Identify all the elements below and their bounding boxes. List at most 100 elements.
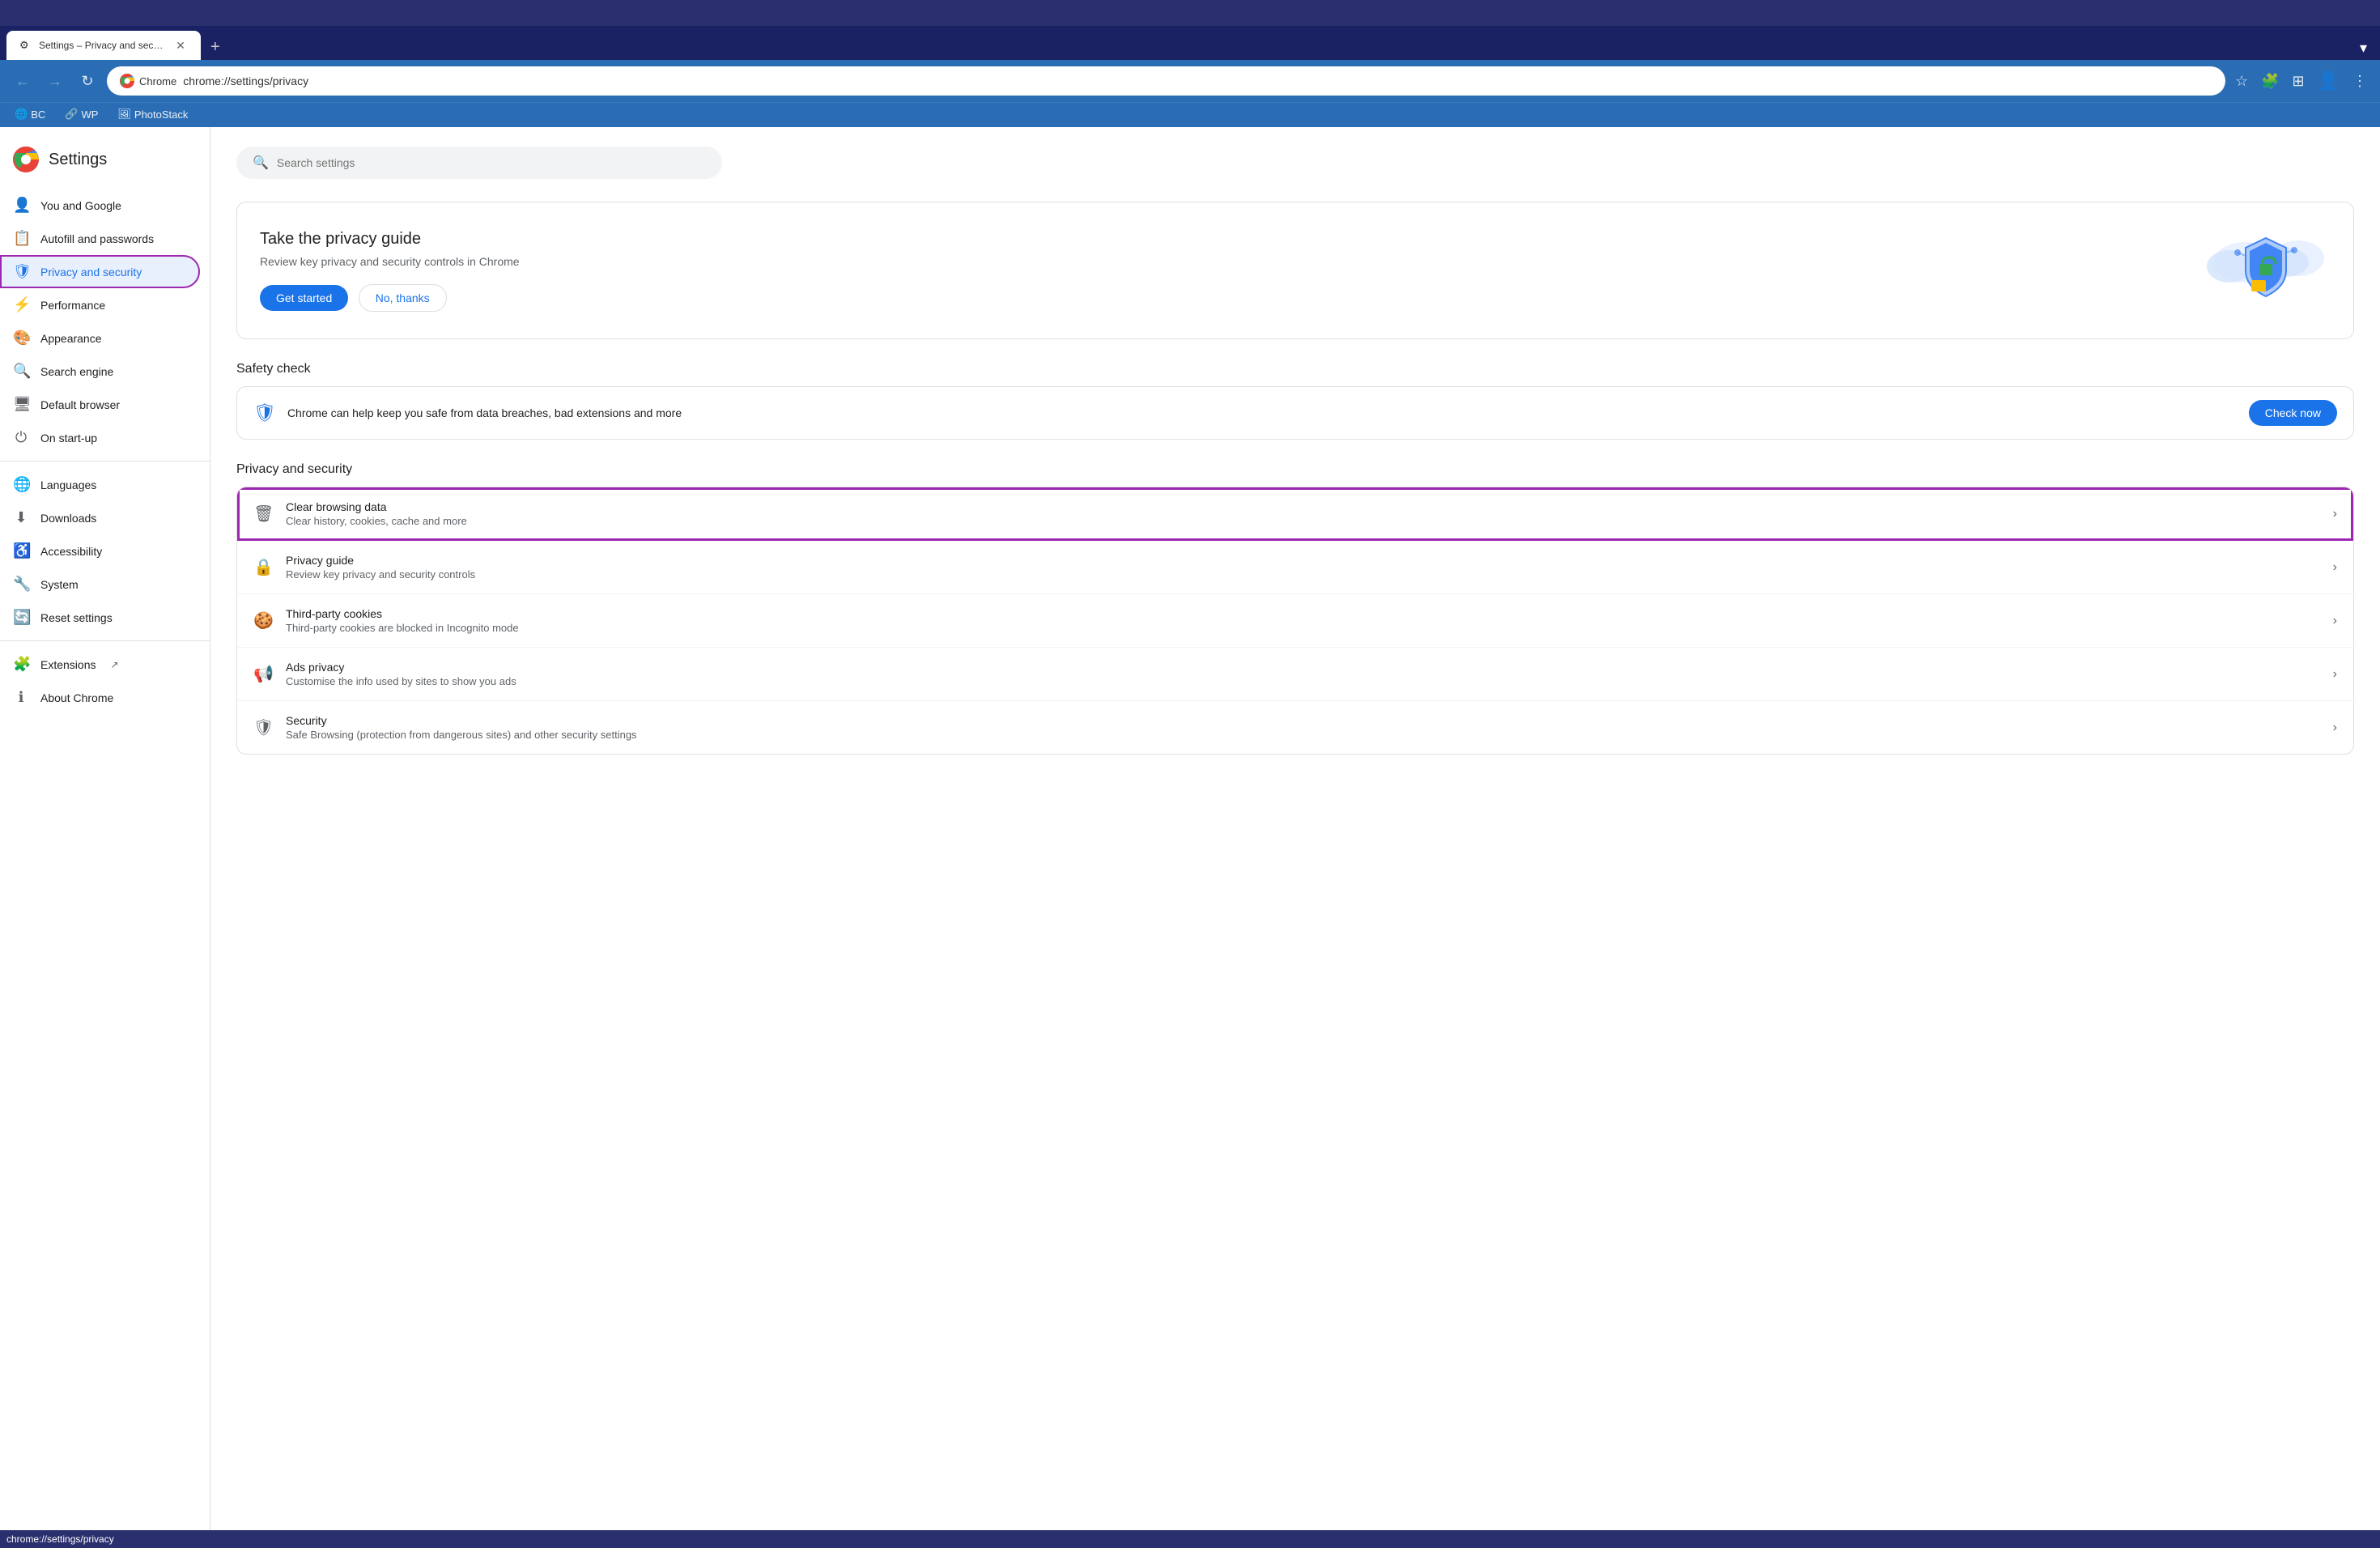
languages-icon: 🌐 xyxy=(13,476,29,493)
safety-check-left: 🛡 Chrome can help keep you safe from dat… xyxy=(253,402,682,423)
sidebar-label-accessibility: Accessibility xyxy=(40,545,102,558)
extensions-icon: 🧩 xyxy=(13,656,29,673)
sidebar-divider-2 xyxy=(0,640,210,641)
sidebar-label-search-engine: Search engine xyxy=(40,365,113,378)
privacy-guide-illustration xyxy=(2201,222,2331,319)
privacy-illustration-svg xyxy=(2201,222,2331,319)
safety-shield-icon: 🛡 xyxy=(253,402,276,423)
sidebar-item-appearance[interactable]: 🎨 Appearance xyxy=(0,321,200,355)
sidebar-label-reset: Reset settings xyxy=(40,611,113,624)
system-icon: 🔧 xyxy=(13,576,29,593)
default-browser-icon: 🖥 xyxy=(13,396,29,413)
about-chrome-icon: ℹ xyxy=(13,689,29,706)
bookmark-photostack-label: PhotoStack xyxy=(134,108,189,121)
new-tab-button[interactable]: + xyxy=(204,35,227,60)
bookmark-bc-label: BC xyxy=(31,108,45,121)
sidebar-item-on-startup[interactable]: ⏻ On start-up xyxy=(0,421,200,454)
bookmark-wp[interactable]: 🔗 WP xyxy=(60,106,103,122)
sidebar-label-appearance: Appearance xyxy=(40,332,102,345)
settings-item-privacy-guide[interactable]: 🔒 Privacy guide Review key privacy and s… xyxy=(237,541,2353,594)
bookmark-wp-icon: 🔗 xyxy=(65,108,78,121)
toolbar-icons: ☆ 🧩 ⊞ 👤 ⋮ xyxy=(2232,67,2370,95)
back-button[interactable]: ← xyxy=(10,68,36,94)
active-tab[interactable]: ⚙ Settings – Privacy and secu... ✕ xyxy=(6,31,201,60)
bookmark-photostack[interactable]: 🖼 PhotoStack xyxy=(113,106,193,122)
cookies-title: Third-party cookies xyxy=(286,607,2320,620)
sidebar-item-autofill[interactable]: 📋 Autofill and passwords xyxy=(0,222,200,255)
you-and-google-icon: 👤 xyxy=(13,197,29,214)
sidebar-item-you-and-google[interactable]: 👤 You and Google xyxy=(0,189,200,222)
sidebar-item-default-browser[interactable]: 🖥 Default browser xyxy=(0,388,200,421)
privacy-guide-buttons: Get started No, thanks xyxy=(260,284,520,312)
privacy-guide-list-title: Privacy guide xyxy=(286,554,2320,567)
close-tab-button[interactable]: ✕ xyxy=(173,38,188,53)
privacy-guide-card: Take the privacy guide Review key privac… xyxy=(236,202,2354,339)
on-startup-icon: ⏻ xyxy=(13,429,29,446)
refresh-button[interactable]: ↻ xyxy=(74,68,100,94)
privacy-security-settings-list: 🗑 Clear browsing data Clear history, coo… xyxy=(236,487,2354,755)
chrome-label: Chrome xyxy=(139,75,176,87)
ads-privacy-title: Ads privacy xyxy=(286,661,2320,674)
no-thanks-button[interactable]: No, thanks xyxy=(359,284,447,312)
clear-browsing-data-text: Clear browsing data Clear history, cooki… xyxy=(286,500,2320,527)
settings-item-security[interactable]: 🛡 Security Safe Browsing (protection fro… xyxy=(237,701,2353,754)
cookies-chevron: › xyxy=(2333,614,2337,628)
sidebar-item-extensions[interactable]: 🧩 Extensions ↗ xyxy=(0,648,200,681)
tab-title: Settings – Privacy and secu... xyxy=(39,40,167,51)
privacy-guide-list-text: Privacy guide Review key privacy and sec… xyxy=(286,554,2320,580)
tab-favicon: ⚙ xyxy=(19,39,32,52)
clear-browsing-data-subtitle: Clear history, cookies, cache and more xyxy=(286,515,2320,527)
sidebar-item-performance[interactable]: ⚡ Performance xyxy=(0,288,200,321)
sidebar-item-accessibility[interactable]: ♿ Accessibility xyxy=(0,534,200,568)
privacy-guide-list-subtitle: Review key privacy and security controls xyxy=(286,568,2320,580)
sidebar-item-search-engine[interactable]: 🔍 Search engine xyxy=(0,355,200,388)
extension-puzzle-button[interactable]: 🧩 xyxy=(2258,70,2282,93)
sidebar-label-you-and-google: You and Google xyxy=(40,199,121,212)
profile-avatar-button[interactable]: 👤 xyxy=(2314,67,2343,95)
sidebar: Settings 👤 You and Google 📋 Autofill and… xyxy=(0,127,210,1530)
bookmark-wp-label: WP xyxy=(81,108,98,121)
bookmark-bc-icon: 🌐 xyxy=(15,108,28,121)
settings-item-third-party-cookies[interactable]: 🍪 Third-party cookies Third-party cookie… xyxy=(237,594,2353,648)
sidebar-item-languages[interactable]: 🌐 Languages xyxy=(0,468,200,501)
sidebar-item-system[interactable]: 🔧 System xyxy=(0,568,200,601)
clear-browsing-data-icon: 🗑 xyxy=(253,504,273,524)
chrome-logo-icon xyxy=(120,74,134,88)
privacy-guide-list-icon: 🔒 xyxy=(253,557,273,577)
menu-button[interactable]: ⋮ xyxy=(2349,70,2370,93)
sidebar-label-extensions: Extensions xyxy=(40,658,96,671)
bookmark-bc[interactable]: 🌐 BC xyxy=(10,106,50,122)
sidebar-label-on-startup: On start-up xyxy=(40,432,97,444)
privacy-guide-chevron: › xyxy=(2333,560,2337,575)
main-content: 🔍 Take the privacy guide Review key priv… xyxy=(210,127,2380,1530)
chrome-indicator: Chrome xyxy=(120,74,176,88)
split-view-button[interactable]: ⊞ xyxy=(2289,70,2308,93)
ads-privacy-text: Ads privacy Customise the info used by s… xyxy=(286,661,2320,687)
privacy-guide-title: Take the privacy guide xyxy=(260,230,520,249)
search-bar[interactable]: 🔍 xyxy=(236,147,722,179)
profile-dropdown-button[interactable]: ▾ xyxy=(2353,36,2374,60)
browser-frame: ⚙ Settings – Privacy and secu... ✕ + ▾ ←… xyxy=(0,0,2380,1548)
forward-button[interactable]: → xyxy=(42,68,68,94)
status-bar: chrome://settings/privacy xyxy=(0,1530,2380,1548)
privacy-guide-description: Review key privacy and security controls… xyxy=(260,255,520,268)
security-text: Security Safe Browsing (protection from … xyxy=(286,714,2320,741)
check-now-button[interactable]: Check now xyxy=(2249,400,2337,426)
bookmark-star-button[interactable]: ☆ xyxy=(2232,70,2251,93)
ads-privacy-subtitle: Customise the info used by sites to show… xyxy=(286,675,2320,687)
sidebar-item-downloads[interactable]: ⬇ Downloads xyxy=(0,501,200,534)
sidebar-label-languages: Languages xyxy=(40,478,96,491)
privacy-icon: 🛡 xyxy=(13,263,29,280)
sidebar-item-about-chrome[interactable]: ℹ About Chrome xyxy=(0,681,200,714)
security-title: Security xyxy=(286,714,2320,727)
sidebar-item-privacy[interactable]: 🛡 Privacy and security xyxy=(0,255,200,288)
search-input[interactable] xyxy=(277,156,706,169)
cookies-text: Third-party cookies Third-party cookies … xyxy=(286,607,2320,634)
sidebar-title: Settings xyxy=(49,151,107,169)
settings-item-ads-privacy[interactable]: 📢 Ads privacy Customise the info used by… xyxy=(237,648,2353,701)
get-started-button[interactable]: Get started xyxy=(260,285,348,311)
sidebar-item-reset[interactable]: 🔄 Reset settings xyxy=(0,601,200,634)
reset-icon: 🔄 xyxy=(13,609,29,626)
address-bar-input[interactable]: Chrome chrome://settings/privacy xyxy=(107,66,2225,96)
settings-item-clear-browsing-data[interactable]: 🗑 Clear browsing data Clear history, coo… xyxy=(237,487,2353,541)
